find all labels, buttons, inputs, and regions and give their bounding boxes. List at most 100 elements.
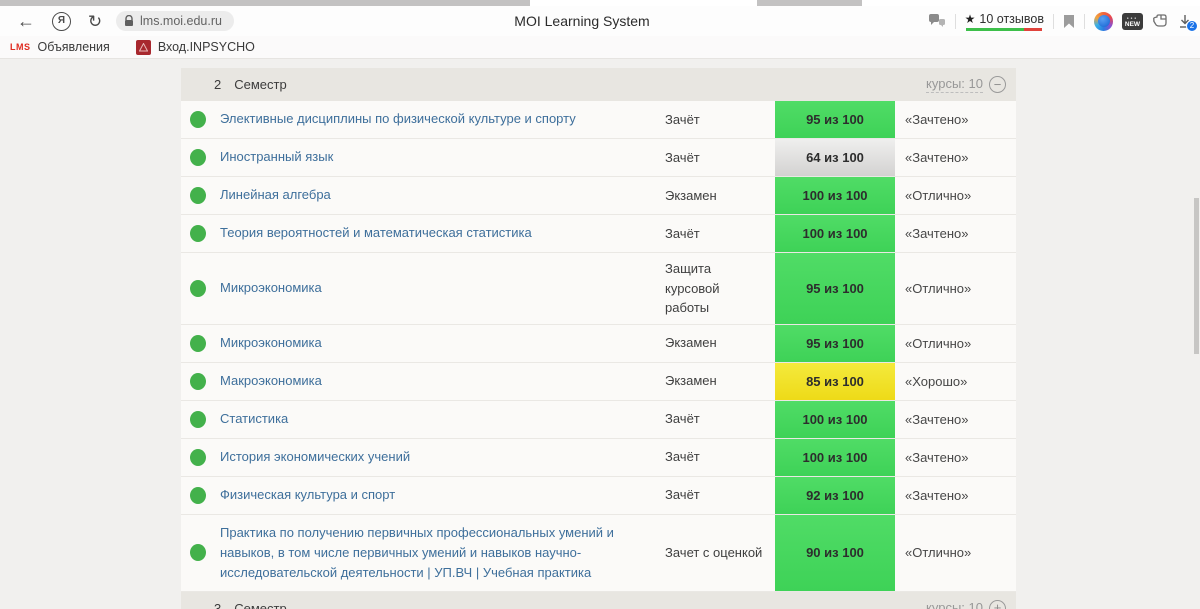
table-row: История экономических учений Зачёт 100 и…: [181, 439, 1016, 477]
bookmark-icon[interactable]: [1063, 14, 1075, 29]
score-text: 95 из 100: [806, 112, 864, 127]
divider: [1084, 14, 1085, 29]
status-dot-icon: [190, 411, 206, 428]
yandex-icon: Я: [58, 16, 65, 26]
course-link[interactable]: Статистика: [220, 401, 665, 437]
grades-table: 2 Семестр курсы: 10 − Элективные дисципл…: [181, 68, 1016, 609]
rating-bar-positive: [966, 28, 1024, 31]
status-cell: [181, 439, 220, 476]
scrollbar-thumb[interactable]: [1194, 198, 1199, 354]
status-dot-icon: [190, 544, 206, 561]
score-badge: 85 из 100: [775, 363, 895, 400]
score-badge: 95 из 100: [775, 325, 895, 362]
bookmark-announcements[interactable]: LMS Объявления: [10, 40, 110, 54]
new-extension-icon[interactable]: ••• NEW: [1122, 13, 1143, 30]
yandex-button[interactable]: Я: [52, 12, 71, 31]
score-text: 100 из 100: [802, 450, 867, 465]
assessment-type: Экзамен: [665, 365, 775, 397]
browser-toolbar: ← Я ↻ lms.moi.edu.ru MOI Learning System…: [0, 6, 1200, 36]
table-row: Элективные дисциплины по физической куль…: [181, 101, 1016, 139]
score-text: 90 из 100: [806, 545, 864, 560]
feedback-icon[interactable]: [928, 13, 946, 29]
status-cell: [181, 325, 220, 362]
assessment-type: Зачёт: [665, 441, 775, 473]
status-cell: [181, 401, 220, 438]
score-text: 92 из 100: [806, 488, 864, 503]
score-badge: 92 из 100: [775, 477, 895, 514]
status-dot-icon: [190, 149, 206, 166]
table-row: Практика по получению первичных професси…: [181, 515, 1016, 592]
divider: [1053, 14, 1054, 29]
status-cell: [181, 177, 220, 214]
downloads-button[interactable]: 2: [1178, 14, 1192, 29]
grade-text: «Отлично»: [895, 281, 1016, 296]
score-badge: 100 из 100: [775, 401, 895, 438]
reviews-button[interactable]: ★ 10 отзывов: [965, 12, 1044, 31]
grade-text: «Зачтено»: [895, 488, 1016, 503]
status-cell: [181, 215, 220, 252]
status-cell: [181, 515, 220, 591]
grade-text: «Зачтено»: [895, 226, 1016, 241]
course-link[interactable]: Макроэкономика: [220, 363, 665, 399]
address-bar[interactable]: lms.moi.edu.ru: [116, 11, 234, 31]
course-table-body: Элективные дисциплины по физической куль…: [181, 101, 1016, 592]
extension-inner-circle: [1098, 15, 1110, 27]
semester-header: 2 Семестр курсы: 10 −: [181, 68, 1016, 101]
minus-icon: −: [994, 78, 1002, 91]
score-badge: 95 из 100: [775, 253, 895, 324]
back-icon: ←: [17, 12, 35, 30]
reload-button[interactable]: ↻: [84, 13, 106, 30]
course-link[interactable]: Теория вероятностей и математическая ста…: [220, 215, 665, 251]
status-dot-icon: [190, 225, 206, 242]
course-link[interactable]: Иностранный язык: [220, 139, 665, 175]
semester-number: 2: [214, 77, 221, 92]
score-badge: 100 из 100: [775, 177, 895, 214]
collapse-button[interactable]: −: [989, 76, 1006, 93]
assessment-type: Экзамен: [665, 327, 775, 359]
lms-favicon: LMS: [10, 42, 31, 52]
courses-count-link[interactable]: курсы: 10: [926, 600, 983, 609]
bookmark-inpsycho[interactable]: Вход.INPSYCHO: [136, 40, 255, 55]
table-row: Линейная алгебра Экзамен 100 из 100 «Отл…: [181, 177, 1016, 215]
courses-count-link[interactable]: курсы: 10: [926, 76, 983, 93]
score-text: 100 из 100: [802, 226, 867, 241]
score-text: 95 из 100: [806, 281, 864, 296]
semester-title: Семестр: [234, 601, 286, 609]
score-badge: 95 из 100: [775, 101, 895, 138]
score-text: 85 из 100: [806, 374, 864, 389]
page-title: MOI Learning System: [514, 13, 649, 29]
download-count-badge: 2: [1186, 20, 1198, 32]
plus-icon: +: [994, 601, 1002, 609]
bookmark-label: Вход.INPSYCHO: [158, 40, 255, 54]
table-row: Статистика Зачёт 100 из 100 «Зачтено»: [181, 401, 1016, 439]
course-link[interactable]: Линейная алгебра: [220, 177, 665, 213]
score-text: 100 из 100: [802, 188, 867, 203]
browser-extension-icon[interactable]: [1094, 12, 1113, 31]
status-cell: [181, 253, 220, 324]
semester-number: 3: [214, 601, 221, 609]
divider: [955, 14, 956, 29]
status-cell: [181, 139, 220, 176]
assessment-type: Зачёт: [665, 479, 775, 511]
back-button[interactable]: ←: [14, 12, 38, 30]
assessment-type: Защита курсовой работы: [665, 253, 775, 324]
course-link[interactable]: История экономических учений: [220, 439, 665, 475]
status-dot-icon: [190, 335, 206, 352]
inpsycho-favicon: [136, 40, 151, 55]
grade-text: «Зачтено»: [895, 412, 1016, 427]
hand-extension-icon[interactable]: [1152, 14, 1169, 29]
course-link[interactable]: Микроэкономика: [220, 325, 665, 361]
course-link[interactable]: Физическая культура и спорт: [220, 477, 665, 513]
rating-bar-negative: [1024, 28, 1042, 31]
score-text: 100 из 100: [802, 412, 867, 427]
course-link[interactable]: Практика по получению первичных професси…: [220, 515, 665, 591]
bookmark-label: Объявления: [38, 40, 110, 54]
course-link[interactable]: Элективные дисциплины по физической куль…: [220, 101, 665, 137]
assessment-type: Зачёт: [665, 403, 775, 435]
reviews-rating-bar: [966, 28, 1042, 31]
status-cell: [181, 101, 220, 138]
assessment-type: Зачет с оценкой: [665, 537, 775, 569]
course-link[interactable]: Микроэкономика: [220, 270, 665, 306]
assessment-type: Зачёт: [665, 142, 775, 174]
expand-button[interactable]: +: [989, 600, 1006, 609]
